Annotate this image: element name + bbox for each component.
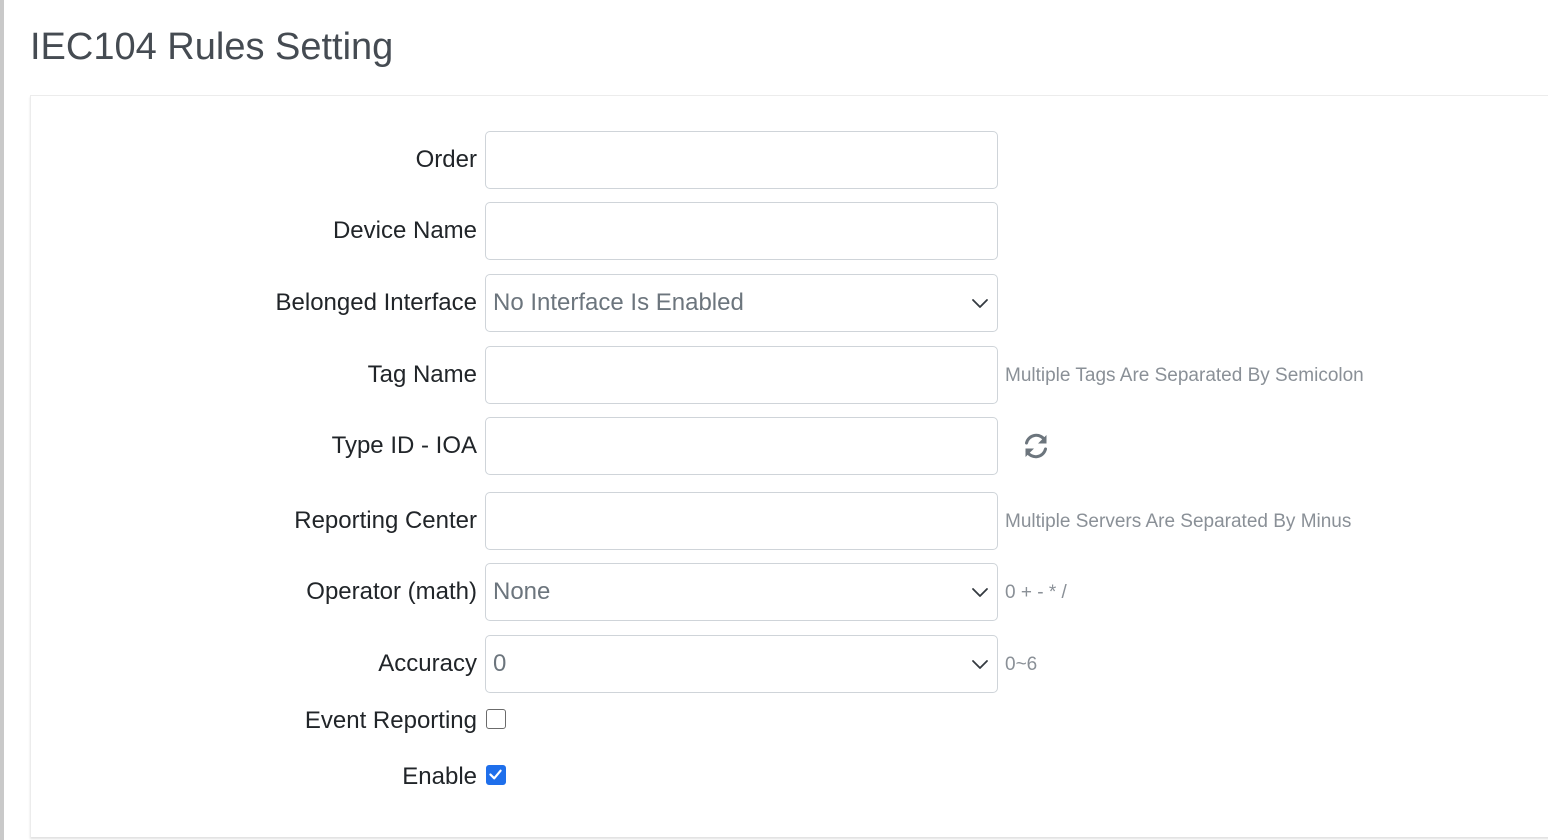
accuracy-select[interactable]: 0 — [485, 635, 998, 693]
order-label: Order — [415, 146, 477, 173]
accuracy-label: Accuracy — [378, 650, 477, 677]
device-name-input[interactable] — [485, 202, 998, 260]
event-reporting-label: Event Reporting — [304, 707, 477, 734]
operator-selected: None — [493, 578, 551, 605]
order-row: Order — [31, 131, 1531, 189]
accuracy-row: Accuracy 0 0~6 — [31, 635, 1531, 693]
page-title: IEC104 Rules Setting — [30, 26, 394, 68]
event-reporting-row: Event Reporting — [31, 692, 1531, 750]
belonged-interface-row: Belonged Interface No Interface Is Enabl… — [31, 274, 1531, 332]
checkmark-icon — [489, 769, 502, 780]
accuracy-help: 0~6 — [1005, 654, 1038, 675]
order-input[interactable] — [485, 131, 998, 189]
operator-help: 0 + - * / — [1005, 582, 1067, 603]
chevron-down-icon — [972, 588, 988, 597]
accuracy-selected: 0 — [493, 650, 507, 677]
belonged-interface-selected: No Interface Is Enabled — [493, 289, 744, 316]
refresh-icon[interactable] — [1021, 431, 1051, 461]
type-id-ioa-label: Type ID - IOA — [331, 432, 477, 459]
rules-form-card: Order Device Name Belonged Interface No … — [30, 95, 1548, 837]
device-name-row: Device Name — [31, 202, 1531, 260]
operator-select[interactable]: None — [485, 563, 998, 621]
enable-checkbox[interactable] — [486, 765, 506, 785]
reporting-center-input[interactable] — [485, 492, 998, 550]
event-reporting-checkbox[interactable] — [486, 709, 506, 729]
reporting-center-label: Reporting Center — [294, 507, 477, 534]
chevron-down-icon — [972, 299, 988, 308]
operator-row: Operator (math) None 0 + - * / — [31, 563, 1531, 621]
tag-name-input[interactable] — [485, 346, 998, 404]
reporting-center-row: Reporting Center Multiple Servers Are Se… — [31, 492, 1531, 550]
enable-label: Enable — [402, 763, 477, 790]
belonged-interface-label: Belonged Interface — [275, 289, 477, 316]
type-id-ioa-input[interactable] — [485, 417, 998, 475]
left-edge — [0, 0, 4, 840]
tag-name-label: Tag Name — [367, 361, 477, 388]
device-name-label: Device Name — [332, 217, 477, 244]
chevron-down-icon — [972, 660, 988, 669]
tag-name-row: Tag Name Multiple Tags Are Separated By … — [31, 346, 1531, 404]
belonged-interface-select[interactable]: No Interface Is Enabled — [485, 274, 998, 332]
enable-row: Enable — [31, 748, 1531, 806]
operator-label: Operator (math) — [306, 578, 477, 605]
type-id-ioa-row: Type ID - IOA — [31, 417, 1531, 475]
tag-name-help: Multiple Tags Are Separated By Semicolon — [1005, 365, 1364, 386]
reporting-center-help: Multiple Servers Are Separated By Minus — [1005, 511, 1352, 532]
